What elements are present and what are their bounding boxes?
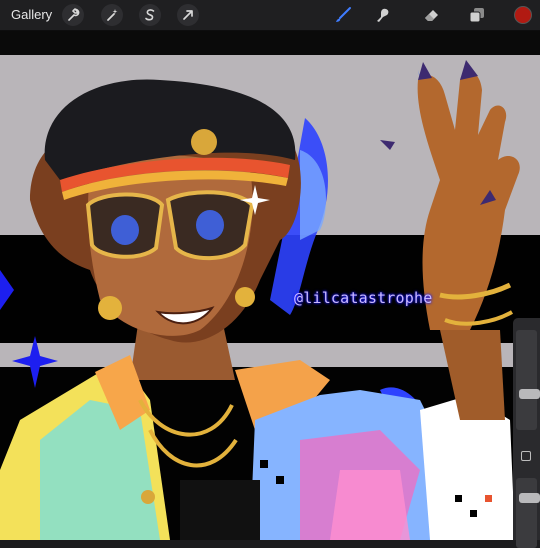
smudge-icon [377, 8, 389, 22]
brush-icon [336, 7, 351, 22]
brush-size-slider[interactable] [516, 330, 540, 430]
opacity-thumb[interactable] [519, 493, 540, 503]
artwork-illustration [0, 31, 540, 540]
magic-wand-icon [107, 9, 118, 21]
adjustments-button[interactable] [101, 4, 123, 26]
transform-button[interactable] [177, 4, 199, 26]
smudge-tool-button[interactable] [372, 4, 394, 26]
eraser-icon [425, 10, 438, 21]
brush-size-thumb[interactable] [519, 389, 540, 399]
eraser-tool-button[interactable] [421, 4, 443, 26]
wrench-icon [68, 8, 80, 21]
layers-button[interactable] [466, 4, 488, 26]
actions-button[interactable] [62, 4, 84, 26]
modify-button[interactable] [521, 451, 531, 461]
selection-s-icon [145, 9, 155, 21]
color-swatch[interactable] [514, 6, 532, 24]
top-toolbar: Gallery [0, 0, 540, 31]
brush-tool-button[interactable] [332, 4, 354, 26]
gallery-button[interactable]: Gallery [11, 7, 52, 22]
artist-signature: @lilcatastrophe [294, 289, 433, 307]
selection-button[interactable] [139, 4, 161, 26]
arrow-cursor-icon [183, 10, 193, 20]
brush-sidebar [513, 318, 540, 548]
layers-icon [469, 8, 484, 23]
opacity-slider[interactable] [516, 478, 540, 548]
artwork-canvas[interactable]: @lilcatastrophe [0, 31, 540, 540]
